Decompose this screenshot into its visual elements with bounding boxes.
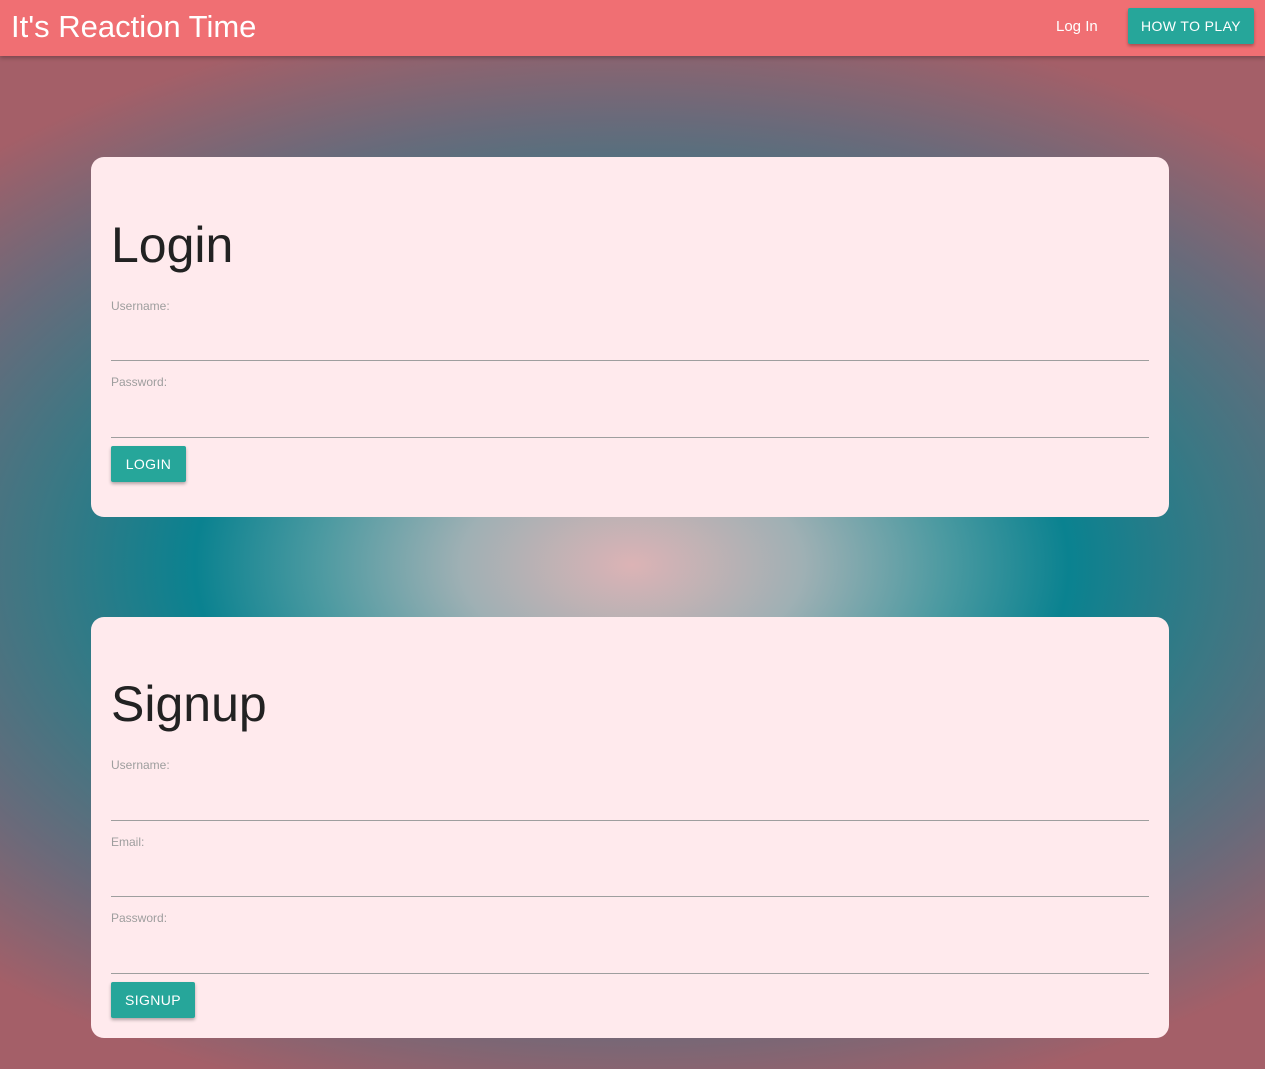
signup-password-label: Password:	[111, 911, 168, 925]
login-password-label: Password:	[111, 375, 168, 389]
signup-card: Signup Username: Email: Password: SIGNUP	[91, 617, 1169, 1038]
signup-username-label: Username:	[111, 758, 170, 772]
how-to-play-button[interactable]: HOW TO PLAY	[1128, 8, 1254, 44]
signup-title: Signup	[111, 676, 267, 732]
login-button[interactable]: LOGIN	[111, 446, 186, 482]
signup-email-label: Email:	[111, 835, 145, 849]
signup-username-input[interactable]	[111, 790, 1149, 821]
login-password-input[interactable]	[111, 407, 1149, 438]
login-nav-link[interactable]: Log In	[1043, 16, 1111, 38]
site-title[interactable]: It's Reaction Time	[11, 8, 256, 46]
signup-button[interactable]: SIGNUP	[111, 982, 195, 1018]
login-username-label: Username:	[111, 299, 170, 313]
login-username-input[interactable]	[111, 330, 1149, 361]
top-navbar: It's Reaction Time Log In HOW TO PLAY	[0, 0, 1265, 56]
signup-email-input[interactable]	[111, 866, 1149, 897]
signup-password-input[interactable]	[111, 943, 1149, 974]
login-title: Login	[111, 217, 234, 273]
login-card: Login Username: Password: LOGIN	[91, 157, 1169, 517]
